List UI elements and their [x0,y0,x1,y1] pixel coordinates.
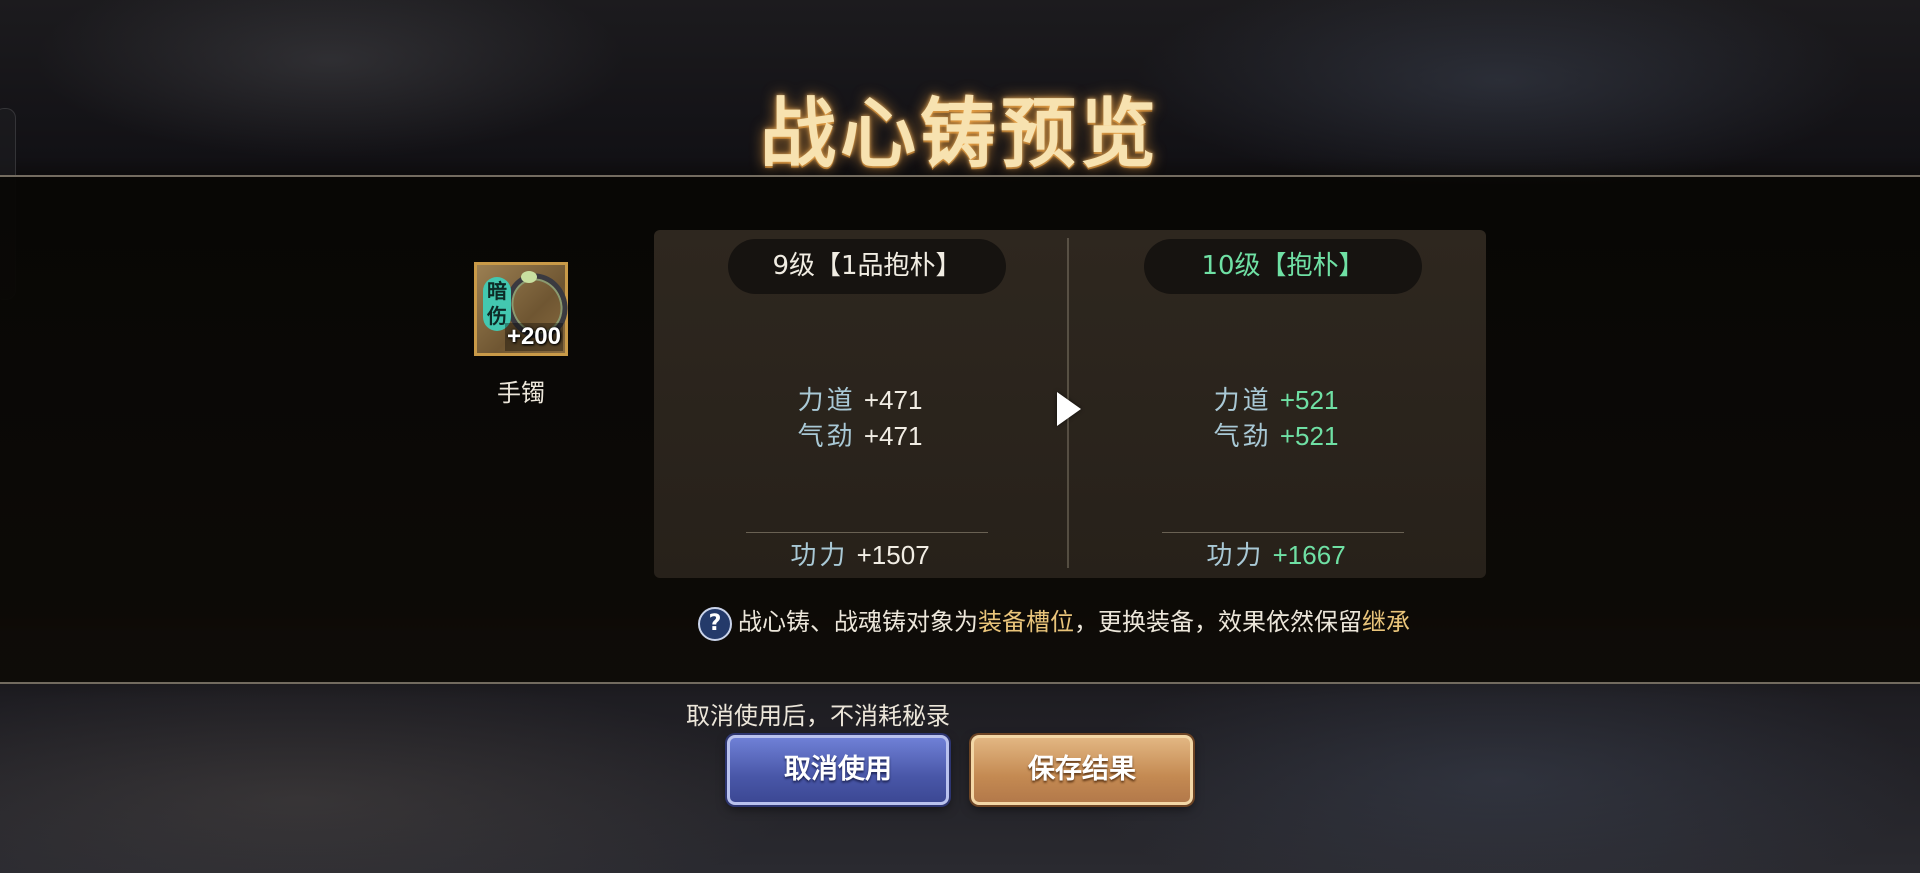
gem-shape [521,271,537,283]
current-stat-row: 气劲 +471 [654,416,1066,453]
cancel-note: 取消使用后，不消耗秘录 [686,702,950,730]
stat-value: +471 [863,385,923,415]
preview-stat-row: 气劲 +521 [1070,416,1482,453]
preview-stat-row: 力道 +521 [1070,380,1482,417]
game-screen: 战心铸预览 暗伤 +200 手镯 9级【1品抱朴】 力道 +471 气劲 +47… [0,0,1920,873]
help-tip: ? 战心铸、战魂铸对象为装备槽位，更换装备，效果依然保留继承 [698,604,1410,641]
current-stat-row: 力道 +471 [654,380,1066,417]
item-name: 手镯 [497,379,545,407]
stat-label: 气劲 [1213,422,1272,452]
help-icon[interactable]: ? [698,606,732,641]
power-value: +1667 [1272,540,1346,570]
save-result-button[interactable]: 保存结果 [971,735,1193,805]
page-title: 战心铸预览 [760,89,1160,178]
cancel-use-button[interactable]: 取消使用 [727,735,949,805]
item-level: +200 [504,323,563,351]
stat-label: 力道 [797,386,856,416]
power-value: +1507 [856,540,930,570]
stat-value: +521 [1279,421,1339,451]
help-highlight-inherit: 继承 [1362,608,1410,636]
stat-divider [746,532,988,533]
power-label: 功力 [1206,541,1265,571]
stat-value: +471 [863,421,923,451]
preview-power-row: 功力 +1667 [1070,535,1482,572]
stat-divider [1162,532,1404,533]
preview-level-pill: 10级【抱朴】 [1144,239,1422,294]
bracelet-icon[interactable]: 暗伤 +200 [474,262,579,356]
help-text: 战心铸、战魂铸对象为 [738,608,978,636]
stat-label: 气劲 [797,422,856,452]
help-text: ，更换装备，效果依然保留 [1074,608,1362,636]
current-level-pill: 9级【1品抱朴】 [728,239,1006,294]
stat-value: +521 [1279,385,1339,415]
power-label: 功力 [790,541,849,571]
current-column: 9级【1品抱朴】 力道 +471 气劲 +471 功力 +1507 [654,230,1066,578]
arrow-right-icon [1057,392,1081,426]
preview-column: 10级【抱朴】 力道 +521 气劲 +521 功力 +1667 [1070,230,1482,578]
stat-label: 力道 [1213,386,1272,416]
current-power-row: 功力 +1507 [654,535,1066,572]
help-highlight-slot: 装备槽位 [978,608,1074,636]
